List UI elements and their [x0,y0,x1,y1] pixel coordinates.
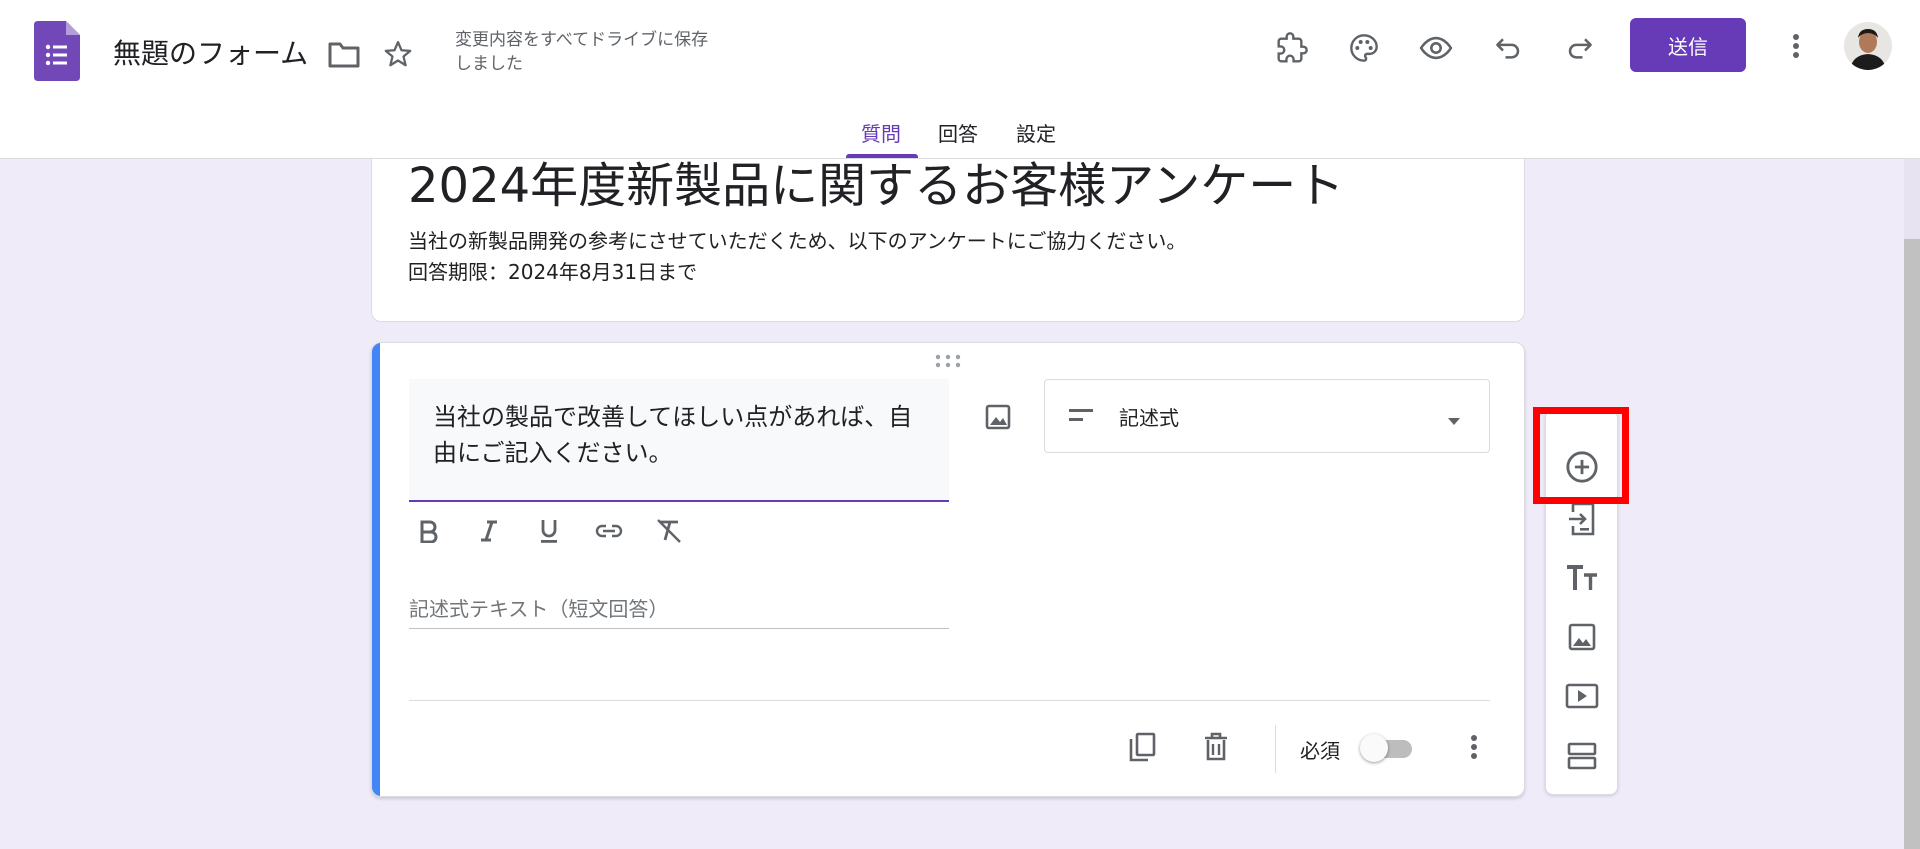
avatar[interactable] [1844,22,1892,70]
add-image-to-question-icon[interactable] [978,397,1018,437]
active-card-indicator [372,343,380,796]
question-card[interactable]: 当社の製品で改善してほしい点があれば、自由にご記入ください。 記述式 記述式テキ… [371,342,1525,797]
link-icon[interactable] [589,511,629,551]
active-tab-indicator [846,154,918,158]
tab-responses[interactable]: 回答 [938,118,978,147]
required-toggle[interactable] [1360,733,1414,763]
more-vert-icon[interactable] [1778,26,1814,66]
add-image-icon[interactable] [1562,617,1602,657]
question-title-input[interactable]: 当社の製品で改善してほしい点があれば、自由にご記入ください。 [409,379,949,502]
save-status: 変更内容をすべてドライブに保存しました [455,30,709,74]
add-title-icon[interactable] [1562,558,1602,598]
add-section-icon[interactable] [1562,736,1602,776]
short-answer-icon [1067,406,1095,426]
document-title[interactable]: 無題のフォーム [113,32,308,72]
duplicate-icon[interactable] [1122,727,1162,767]
underline-icon[interactable] [529,511,569,551]
undo-icon[interactable] [1488,28,1528,68]
floating-side-toolbar [1545,410,1618,795]
question-footer-divider [409,700,1490,701]
question-type-dropdown[interactable]: 記述式 [1044,379,1490,453]
add-question-icon[interactable] [1562,447,1602,487]
drag-handle-icon[interactable] [934,353,962,368]
tab-questions[interactable]: 質問 [861,118,901,147]
bold-icon[interactable] [409,511,449,551]
question-type-label: 記述式 [1119,406,1179,430]
question-more-vert-icon[interactable] [1454,727,1494,767]
required-label: 必須 [1300,739,1340,763]
redo-icon[interactable] [1560,28,1600,68]
short-answer-placeholder: 記述式テキスト（短文回答） [409,589,949,629]
preview-eye-icon[interactable] [1416,28,1456,68]
question-title-text: 当社の製品で改善してほしい点があれば、自由にご記入ください。 [433,403,913,467]
palette-icon[interactable] [1344,28,1384,68]
folder-icon[interactable] [326,38,362,70]
send-button[interactable]: 送信 [1630,18,1746,72]
delete-icon[interactable] [1196,727,1236,767]
chevron-down-icon [1447,412,1461,425]
form-description[interactable]: 当社の新製品開発の参考にさせていただくため、以下のアンケートにご協力ください。 … [408,226,1186,288]
tab-settings[interactable]: 設定 [1016,118,1056,147]
app-header: 無題のフォーム 変更内容をすべてドライブに保存しました 送信 質問 回答 設定 [0,0,1920,159]
scrollbar-thumb[interactable] [1904,239,1920,849]
add-video-icon[interactable] [1562,676,1602,716]
italic-icon[interactable] [469,511,509,551]
clear-formatting-icon[interactable] [649,511,689,551]
tab-bar: 質問 回答 設定 [0,110,1920,158]
footer-vertical-divider [1275,725,1276,773]
import-questions-icon[interactable] [1562,499,1602,539]
star-icon[interactable] [380,36,416,72]
forms-logo-icon[interactable] [34,21,80,81]
addons-icon[interactable] [1272,28,1312,68]
toggle-knob [1360,734,1388,762]
